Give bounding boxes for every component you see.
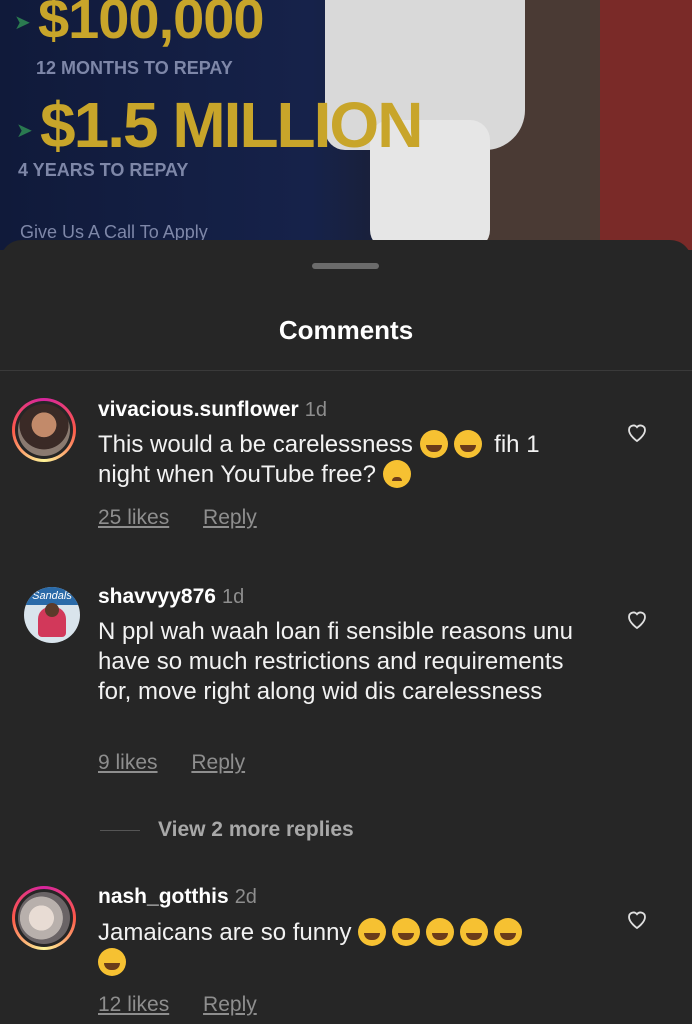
rolling-on-floor-laughing-emoji-icon [453, 430, 482, 458]
ad-amount-2: $1.5 MILLION [40, 89, 423, 161]
heart-outline-icon[interactable] [625, 420, 649, 444]
comment-meta: 12 likes Reply [98, 993, 257, 1017]
ad-term-1: 12 MONTHS TO REPAY [36, 58, 233, 78]
face-with-tears-of-joy-emoji-icon [426, 918, 455, 946]
reply-button[interactable]: Reply [191, 751, 245, 774]
avatar[interactable] [12, 886, 76, 950]
comment-meta: 25 likes Reply [98, 506, 257, 530]
ad-arrow-icon: ➤ [16, 120, 33, 142]
comment-text: N ppl wah waah loan fi sensible reasons … [98, 618, 573, 705]
comments-sheet: Comments vivacious.sunflower 1d This woul… [0, 240, 692, 1024]
crying-face-emoji-icon [382, 460, 411, 488]
comment-username[interactable]: vivacious.sunflower 1d [98, 398, 327, 422]
loudly-crying-face-emoji-icon [419, 430, 448, 458]
sheet-drag-handle[interactable] [312, 263, 379, 269]
face-with-tears-of-joy-emoji-icon [460, 918, 489, 946]
background-ad-image: ➤ $100,000 12 MONTHS TO REPAY ➤ $1.5 MIL… [0, 0, 692, 250]
reply-button[interactable]: Reply [203, 506, 257, 529]
heart-outline-icon[interactable] [625, 907, 649, 931]
comment-text: This would a be carelessness fih 1 night… [98, 430, 540, 488]
ad-amount-1: $100,000 [38, 0, 265, 50]
face-with-tears-of-joy-emoji-icon [98, 948, 126, 976]
divider [0, 370, 692, 371]
avatar[interactable]: Sandals [24, 587, 80, 643]
comment-time: 1d [304, 399, 327, 421]
face-with-tears-of-joy-emoji-icon [494, 918, 523, 946]
view-more-replies-button[interactable]: View 2 more replies [100, 818, 354, 842]
reply-button[interactable]: Reply [203, 993, 257, 1016]
sheet-title: Comments [278, 315, 414, 345]
ad-term-2: 4 YEARS TO REPAY [18, 160, 189, 180]
avatar[interactable] [12, 398, 76, 462]
comment-time: 1d [221, 586, 245, 608]
ad-arrow-icon: ➤ [14, 12, 31, 34]
comment-username[interactable]: shavvyy876 1d [98, 585, 244, 609]
comment-time: 2d [234, 886, 257, 908]
comment-username[interactable]: nash_gotthis 2d [98, 885, 257, 909]
face-with-tears-of-joy-emoji-icon [392, 918, 421, 946]
comment-meta: 9 likes Reply [98, 751, 245, 775]
likes-count-link[interactable]: 25 likes [98, 506, 169, 529]
likes-count-link[interactable]: 12 likes [98, 993, 169, 1016]
heart-outline-icon[interactable] [625, 607, 649, 631]
likes-count-link[interactable]: 9 likes [98, 751, 158, 774]
face-with-tears-of-joy-emoji-icon [358, 918, 387, 946]
comment-text: Jamaicans are so funny [98, 918, 578, 978]
